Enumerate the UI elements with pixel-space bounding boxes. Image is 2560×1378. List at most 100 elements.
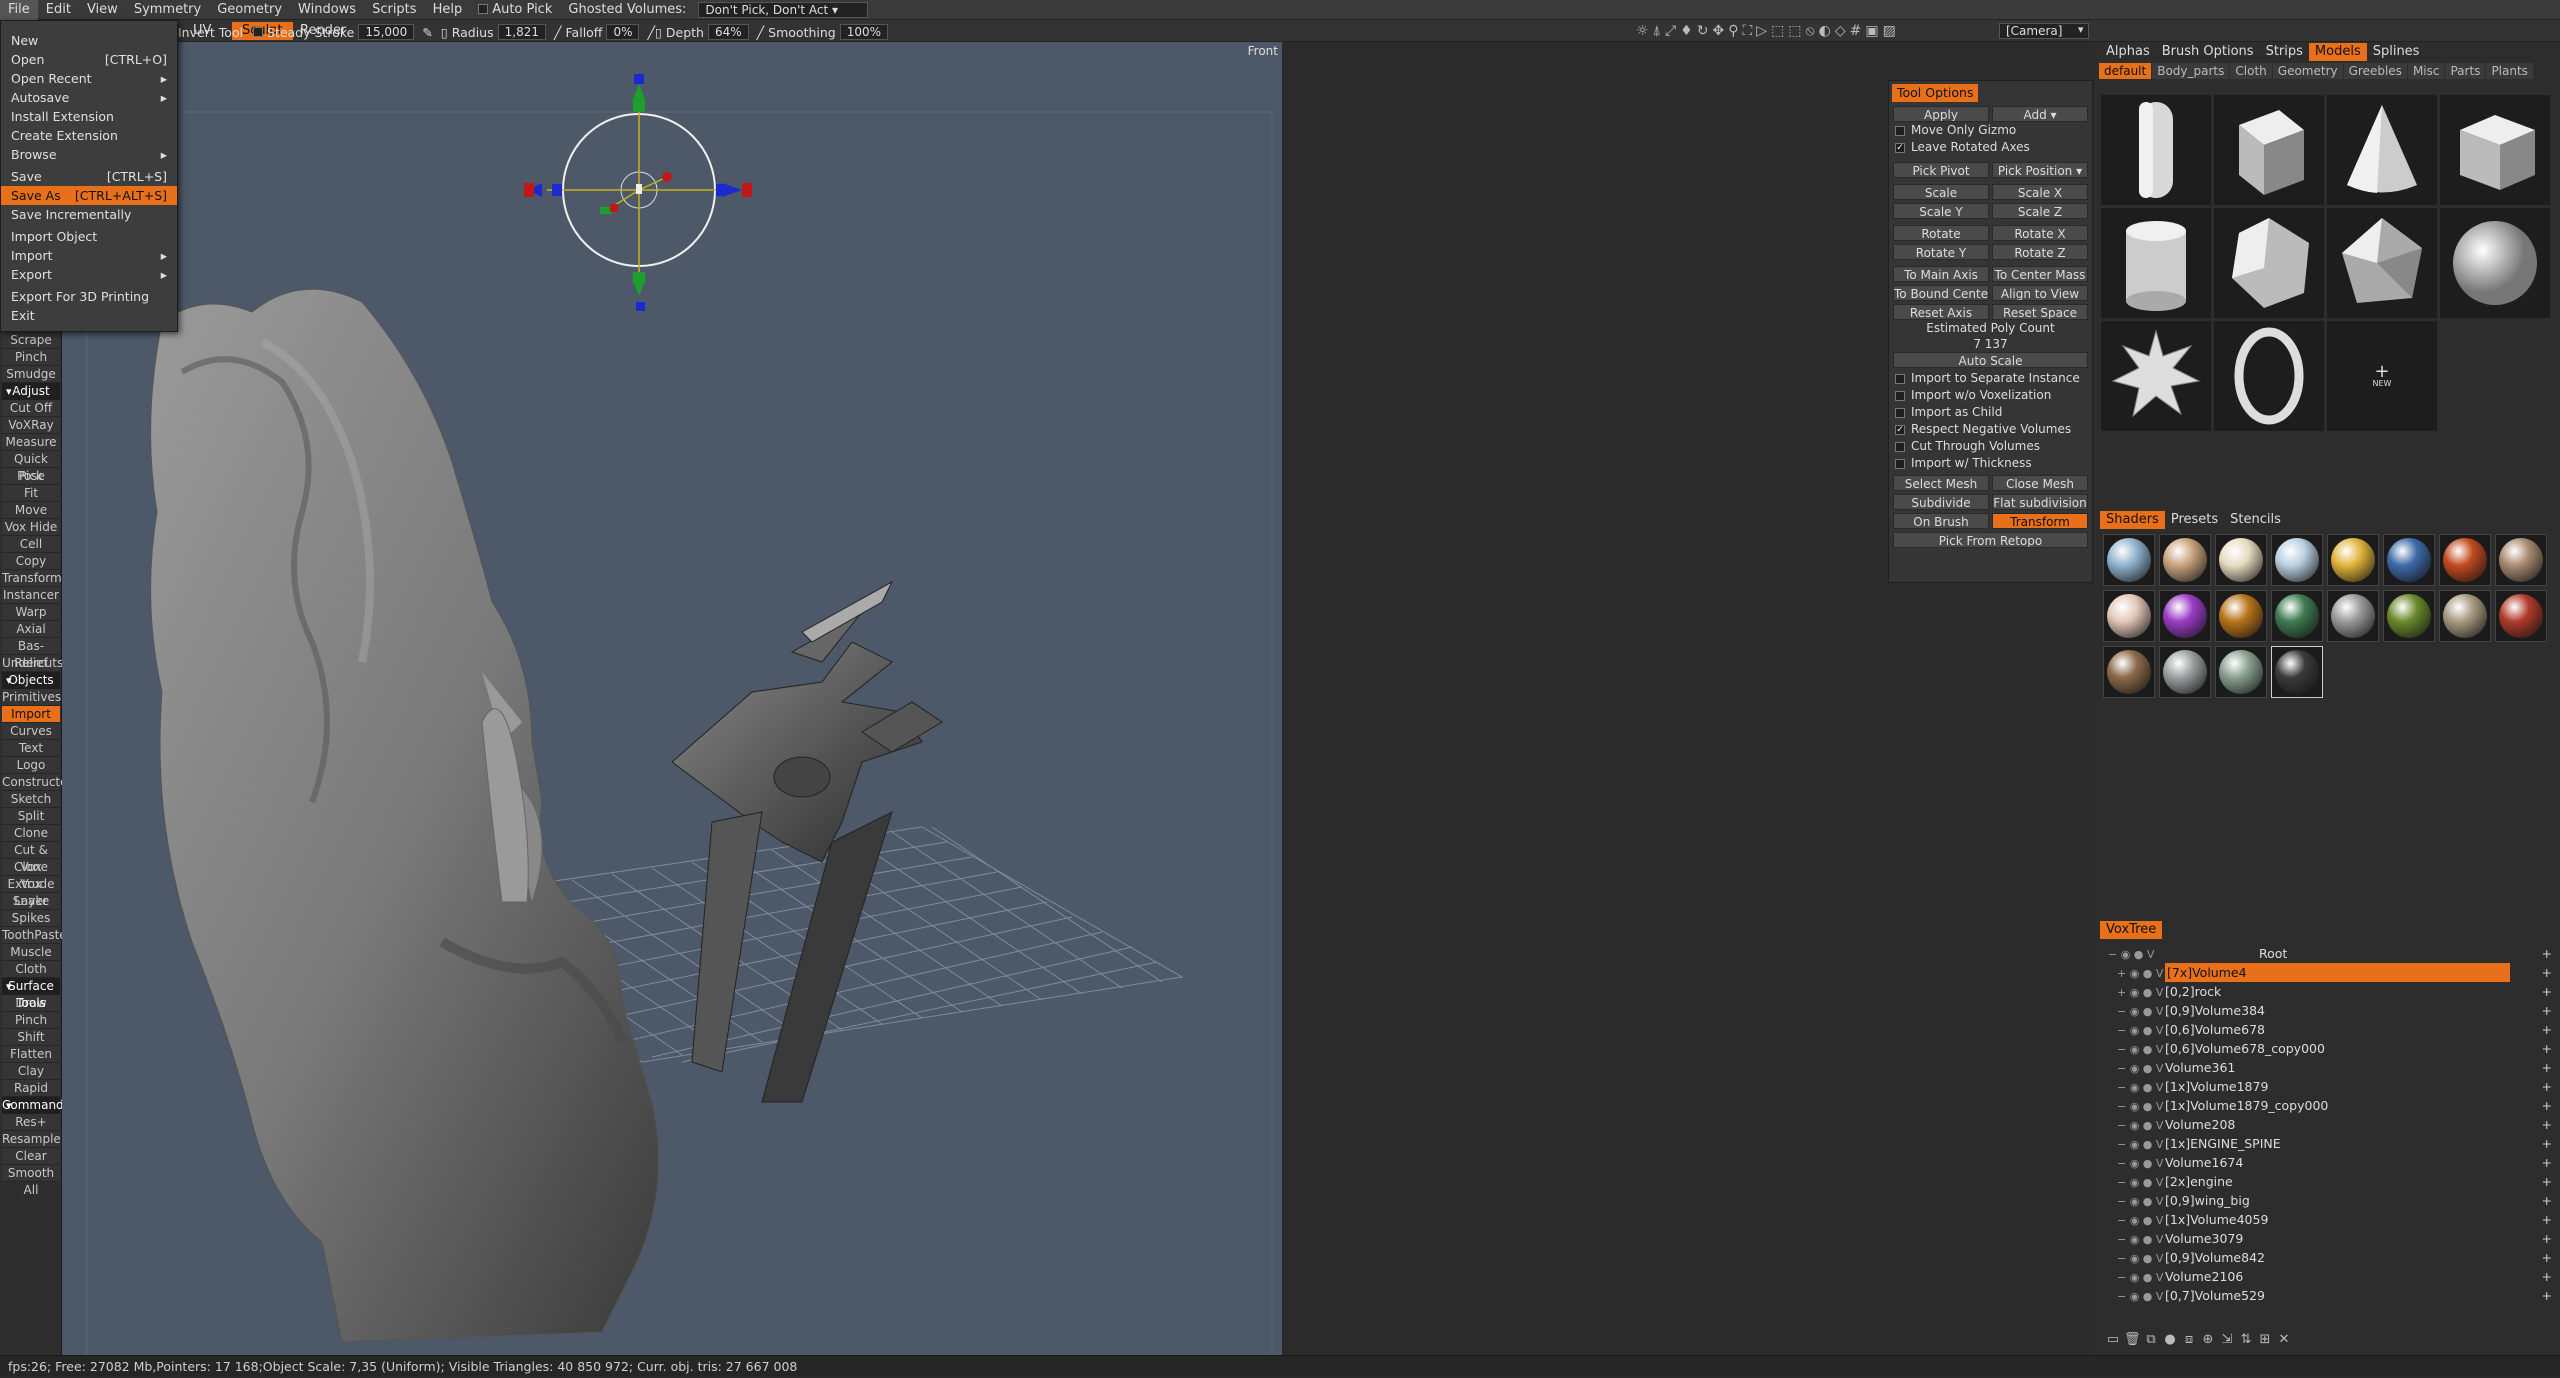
tab-body-parts[interactable]: Body_parts <box>2152 63 2230 79</box>
menu-view[interactable]: View <box>79 0 126 20</box>
import-wo-vox-checkbox[interactable] <box>1895 390 1905 401</box>
shader-swatch[interactable] <box>2383 534 2435 586</box>
shader-swatch[interactable] <box>2215 534 2267 586</box>
shader-swatch[interactable] <box>2327 534 2379 586</box>
add-layer-icon[interactable]: + <box>2542 1134 2552 1153</box>
tab-models[interactable]: Models <box>2308 43 2367 61</box>
pan-icon[interactable]: ✥ <box>1712 23 1724 39</box>
layer-controls[interactable]: − ◉ ● V <box>2101 1154 2165 1173</box>
tool-cut-off[interactable]: Cut Off <box>2 400 60 417</box>
menu-item-export-3d-printing[interactable]: Export For 3D Printing <box>1 287 177 306</box>
respect-negative-option[interactable]: ✓ Respect Negative Volumes <box>1889 421 2092 438</box>
model-cube[interactable] <box>2213 94 2325 206</box>
reset-axis-button[interactable]: Reset Axis <box>1893 304 1989 320</box>
cube-icon[interactable]: ◇ <box>1835 23 1846 39</box>
section-commands[interactable]: Commands <box>2 1097 70 1114</box>
group-icon[interactable]: ⊞ <box>2257 1332 2273 1348</box>
menu-item-save-as[interactable]: Save As [CTRL+ALT+S] <box>1 186 177 205</box>
tab-stencils[interactable]: Stencils <box>2224 511 2287 529</box>
apply-button[interactable]: Apply <box>1893 106 1989 122</box>
zoom-icon[interactable]: ⚲ <box>1728 23 1738 39</box>
tool-snake[interactable]: Snake <box>2 893 60 910</box>
model-icosahedron[interactable] <box>2326 207 2438 319</box>
tool-scrape[interactable]: Scrape <box>2 332 60 349</box>
import-child-option[interactable]: Import as Child <box>1889 404 2092 421</box>
voxtree-item[interactable]: − ◉ ● V [0,6]Volume678 + <box>2095 1020 2560 1039</box>
section-surface-tools[interactable]: Surface Tools <box>2 978 60 1010</box>
tab-default[interactable]: default <box>2099 63 2152 79</box>
frame-icon[interactable]: ⬚ <box>1771 23 1784 39</box>
tool-sketch[interactable]: Sketch <box>2 791 60 808</box>
shader-swatch[interactable] <box>2215 646 2267 698</box>
shader-swatch[interactable] <box>2383 590 2435 642</box>
tab-geometry[interactable]: Geometry <box>2272 63 2343 79</box>
tool-vox-extrude[interactable]: Vox Extrude <box>2 859 60 891</box>
pick-from-retopo-button[interactable]: Pick From Retopo <box>1893 532 2088 548</box>
shader-swatch[interactable] <box>2103 534 2155 586</box>
select-mesh-button[interactable]: Select Mesh <box>1893 475 1989 491</box>
tool-split[interactable]: Split <box>2 808 60 825</box>
menu-item-import-object[interactable]: Import Object <box>1 227 177 246</box>
layer-controls[interactable]: − ◉ ● V <box>2101 1268 2165 1287</box>
tab-voxtree[interactable]: VoxTree <box>2100 921 2163 939</box>
menu-file[interactable]: File <box>0 0 38 20</box>
tab-strips[interactable]: Strips <box>2260 43 2309 61</box>
to-center-mass-button[interactable]: To Center Mass <box>1992 266 2088 282</box>
menu-item-open[interactable]: Open [CTRL+O] <box>1 50 177 69</box>
tool-spikes[interactable]: Spikes <box>2 910 60 927</box>
voxtree-item[interactable]: − ◉ ● V [0,9]wing_big + <box>2095 1191 2560 1210</box>
tab-splines[interactable]: Splines <box>2367 43 2426 61</box>
section-objects[interactable]: Objects <box>2 672 60 689</box>
box-icon[interactable]: ▣ <box>1865 23 1878 39</box>
tool-curves[interactable]: Curves <box>2 723 60 740</box>
frame-all-icon[interactable]: ⬚ <box>1788 23 1801 39</box>
3d-viewport[interactable]: Front <box>62 42 1282 1355</box>
brush-icon[interactable]: ✎ <box>422 25 432 40</box>
shader-swatch[interactable] <box>2103 646 2155 698</box>
voxtree-item[interactable]: + ◉ ● V [7x]Volume4 + <box>2095 963 2560 982</box>
tool-toothpaste[interactable]: ToothPaste <box>2 927 67 944</box>
sphere-add-icon[interactable]: ● <box>2162 1332 2178 1348</box>
grid-icon[interactable]: # <box>1850 23 1862 39</box>
delete-icon[interactable]: 🗑 <box>2124 1332 2141 1348</box>
tab-presets[interactable]: Presets <box>2165 511 2224 529</box>
menu-help[interactable]: Help <box>425 0 471 20</box>
menu-item-create-extension[interactable]: Create Extension <box>1 126 177 145</box>
menu-item-export[interactable]: Export ▸ <box>1 265 177 284</box>
duplicate-icon[interactable]: ⧉ <box>2143 1332 2159 1348</box>
cut-through-checkbox[interactable] <box>1895 441 1905 452</box>
add-layer-icon[interactable]: + <box>2542 1172 2552 1191</box>
tool-voxray[interactable]: VoXRay <box>2 417 60 434</box>
layer-controls[interactable]: − ◉ ● V <box>2101 1040 2165 1059</box>
align-to-view-button[interactable]: Align to View <box>1992 285 2088 301</box>
model-sphere[interactable] <box>2439 207 2551 319</box>
model-star-polyhedron[interactable] <box>2100 320 2212 432</box>
tool-instancer[interactable]: Instancer <box>2 587 60 604</box>
layer-controls[interactable]: − ◉ ● V <box>2101 1002 2165 1021</box>
sort-icon[interactable]: ⇅ <box>2238 1332 2254 1348</box>
import-separate-checkbox[interactable] <box>1895 373 1905 384</box>
on-brush-button[interactable]: On Brush <box>1893 513 1989 529</box>
layer-controls[interactable]: − ◉ ● V <box>2101 1021 2165 1040</box>
voxtree-item[interactable]: − ◉ ● V [1x]Volume1879 + <box>2095 1077 2560 1096</box>
expand-icon[interactable]: ⇲ <box>2219 1332 2235 1348</box>
shader-swatch[interactable] <box>2439 534 2491 586</box>
tool-constructor[interactable]: Constructor <box>2 774 72 791</box>
depth-input[interactable]: 64% <box>707 24 749 40</box>
model-capsule[interactable] <box>2100 94 2212 206</box>
model-cone[interactable] <box>2326 94 2438 206</box>
to-bound-center-button[interactable]: To Bound Cente <box>1893 285 1989 301</box>
tool-muscle[interactable]: Muscle <box>2 944 60 961</box>
voxtree-item[interactable]: − ◉ ● V Volume208 + <box>2095 1115 2560 1134</box>
rotate-y-button[interactable]: Rotate Y <box>1893 244 1989 260</box>
rotate-z-button[interactable]: Rotate Z <box>1992 244 2088 260</box>
add-layer-icon[interactable]: + <box>2542 1153 2552 1172</box>
layer-controls[interactable]: − ◉ ● V <box>2101 1287 2165 1306</box>
falloff-input[interactable]: 0% <box>606 24 640 40</box>
voxtree-item[interactable]: − ◉ ● V [0,9]Volume842 + <box>2095 1248 2560 1267</box>
auto-pick-checkbox[interactable] <box>478 4 489 14</box>
add-layer-icon[interactable]: + <box>2542 982 2552 1001</box>
flat-subdivision-button[interactable]: Flat subdivision <box>1992 494 2088 510</box>
tool-pinch[interactable]: Pinch <box>2 349 60 366</box>
tool-cell[interactable]: Cell <box>2 536 60 553</box>
